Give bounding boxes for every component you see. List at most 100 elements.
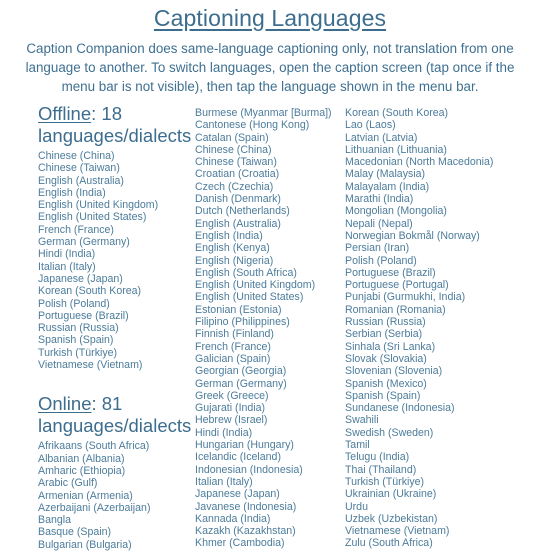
online-language-list-column-1: Afrikaans (South Africa) Albanian (Alban…	[38, 440, 195, 551]
list-item: Vietnamese (Vietnam)	[345, 525, 450, 538]
offline-section-heading: Offline: 18 languages/dialects	[38, 103, 195, 147]
offline-keyword: Offline	[38, 103, 92, 124]
column-left: Offline: 18 languages/dialects Chinese (…	[0, 103, 195, 551]
list-item: Korean (South Korea)	[38, 285, 142, 298]
list-item: Spanish (Spain)	[38, 334, 114, 347]
list-item: Japanese (Japan)	[38, 272, 123, 285]
list-item: Slovak (Slovakia)	[345, 352, 427, 365]
list-item: Armenian (Armenia)	[38, 489, 133, 502]
list-item: Kazakh (Kazakhstan)	[195, 525, 296, 538]
list-item: Italian (Italy)	[38, 260, 96, 273]
list-item: Lao (Laos)	[345, 119, 396, 132]
list-item: Georgian (Georgia)	[195, 365, 287, 378]
list-item: Romanian (Romania)	[345, 303, 446, 316]
list-item: Russian (Russia)	[38, 322, 119, 335]
list-item: Dutch (Netherlands)	[195, 205, 290, 218]
list-item: Sinhala (Sri Lanka)	[345, 340, 436, 353]
list-item: Chinese (China)	[195, 143, 272, 156]
list-item: Malayalam (India)	[345, 180, 430, 193]
list-item: Russian (Russia)	[345, 316, 426, 329]
list-item: Mongolian (Mongolia)	[345, 205, 447, 218]
list-item: French (France)	[195, 340, 271, 353]
list-item: Chinese (Taiwan)	[38, 162, 120, 175]
list-item: Arabic (Gulf)	[38, 477, 98, 490]
list-item: Portuguese (Portugal)	[345, 279, 449, 292]
list-item: Turkish (Türkiye)	[345, 475, 425, 488]
column-middle: Burmese (Myanmar [Burma]) Cantonese (Hon…	[195, 103, 345, 550]
list-item: French (France)	[38, 223, 114, 236]
list-item: Thai (Thailand)	[345, 463, 417, 476]
list-item: Icelandic (Iceland)	[195, 451, 281, 464]
list-item: Basque (Spain)	[38, 526, 112, 539]
list-item: Punjabi (Gurmukhi, India)	[345, 291, 466, 304]
list-item: Hindi (India)	[195, 426, 253, 439]
online-language-list-column-3: Korean (South Korea) Lao (Laos) Latvian …	[345, 107, 540, 550]
list-item: English (South Africa)	[195, 266, 297, 279]
list-item: Portuguese (Brazil)	[345, 266, 436, 279]
list-item: Bangla	[38, 514, 71, 527]
list-item: Portuguese (Brazil)	[38, 309, 129, 322]
list-item: English (India)	[38, 186, 106, 199]
list-item: Estonian (Estonia)	[195, 303, 282, 316]
language-columns: Offline: 18 languages/dialects Chinese (…	[0, 103, 540, 551]
list-item: Japanese (Japan)	[195, 488, 280, 501]
list-item: Khmer (Cambodia)	[195, 537, 285, 550]
list-item: Cantonese (Hong Kong)	[195, 119, 310, 132]
list-item: Albanian (Albania)	[38, 452, 125, 465]
list-item: Polish (Poland)	[38, 297, 110, 310]
list-item: Spanish (Spain)	[345, 389, 421, 402]
list-item: English (United States)	[38, 211, 147, 224]
list-item: Galician (Spain)	[195, 352, 271, 365]
list-item: Hindi (India)	[38, 248, 96, 261]
list-item: Latvian (Latvia)	[345, 131, 418, 144]
list-item: Javanese (Indonesia)	[195, 500, 297, 513]
online-section-heading: Online: 81 languages/dialects	[38, 393, 195, 437]
list-item: Afrikaans (South Africa)	[38, 440, 150, 453]
list-item: Norwegian Bokmål (Norway)	[345, 229, 480, 242]
list-item: Greek (Greece)	[195, 389, 269, 402]
list-item: Marathi (India)	[345, 193, 414, 206]
list-item: Catalan (Spain)	[195, 131, 269, 144]
list-item: Nepali (Nepal)	[345, 217, 413, 230]
list-item: English (United Kingdom)	[38, 199, 159, 212]
list-item: Persian (Iran)	[345, 242, 410, 255]
list-item: Spanish (Mexico)	[345, 377, 427, 390]
list-item: Vietnamese (Vietnam)	[38, 359, 143, 372]
list-item: Polish (Poland)	[345, 254, 417, 267]
list-item: Macedonian (North Macedonia)	[345, 156, 494, 169]
list-item: Tamil	[345, 439, 370, 452]
column-right: Korean (South Korea) Lao (Laos) Latvian …	[345, 103, 540, 550]
list-item: English (Australia)	[38, 174, 124, 187]
list-item: English (Nigeria)	[195, 254, 274, 267]
list-item: Serbian (Serbia)	[345, 328, 423, 341]
list-item: Swahili	[345, 414, 379, 427]
list-item: Malay (Malaysia)	[345, 168, 426, 181]
list-item: Hebrew (Israel)	[195, 414, 268, 427]
list-item: Finnish (Finland)	[195, 328, 274, 341]
list-item: Hungarian (Hungary)	[195, 439, 294, 452]
list-item: German (Germany)	[195, 377, 287, 390]
list-item: Korean (South Korea)	[345, 107, 449, 119]
list-item: Slovenian (Slovenia)	[345, 365, 443, 378]
list-item: Zulu (South Africa)	[345, 537, 433, 550]
online-language-list-column-2: Burmese (Myanmar [Burma]) Cantonese (Hon…	[195, 107, 345, 550]
list-item: Indonesian (Indonesia)	[195, 463, 303, 476]
list-item: Kannada (India)	[195, 512, 271, 525]
list-item: Turkish (Türkiye)	[38, 346, 118, 359]
list-item: English (India)	[195, 229, 263, 242]
list-item: Czech (Czechia)	[195, 180, 274, 193]
list-item: Telugu (India)	[345, 451, 410, 464]
list-item: Lithuanian (Lithuania)	[345, 143, 447, 156]
list-item: Uzbek (Uzbekistan)	[345, 512, 438, 525]
list-item: Filipino (Philippines)	[195, 316, 290, 329]
list-item: Italian (Italy)	[195, 475, 253, 488]
list-item: Chinese (China)	[38, 150, 115, 162]
list-item: English (Australia)	[195, 217, 281, 230]
intro-paragraph: Caption Companion does same-language cap…	[25, 41, 515, 95]
offline-language-list: Chinese (China) Chinese (Taiwan) English…	[38, 150, 195, 371]
list-item: Amharic (Ethiopia)	[38, 464, 126, 477]
online-keyword: Online	[38, 393, 92, 415]
list-item: Azerbaijani (Azerbaijan)	[38, 501, 151, 514]
list-item: Gujarati (India)	[195, 402, 266, 415]
list-item: Chinese (Taiwan)	[195, 156, 277, 169]
